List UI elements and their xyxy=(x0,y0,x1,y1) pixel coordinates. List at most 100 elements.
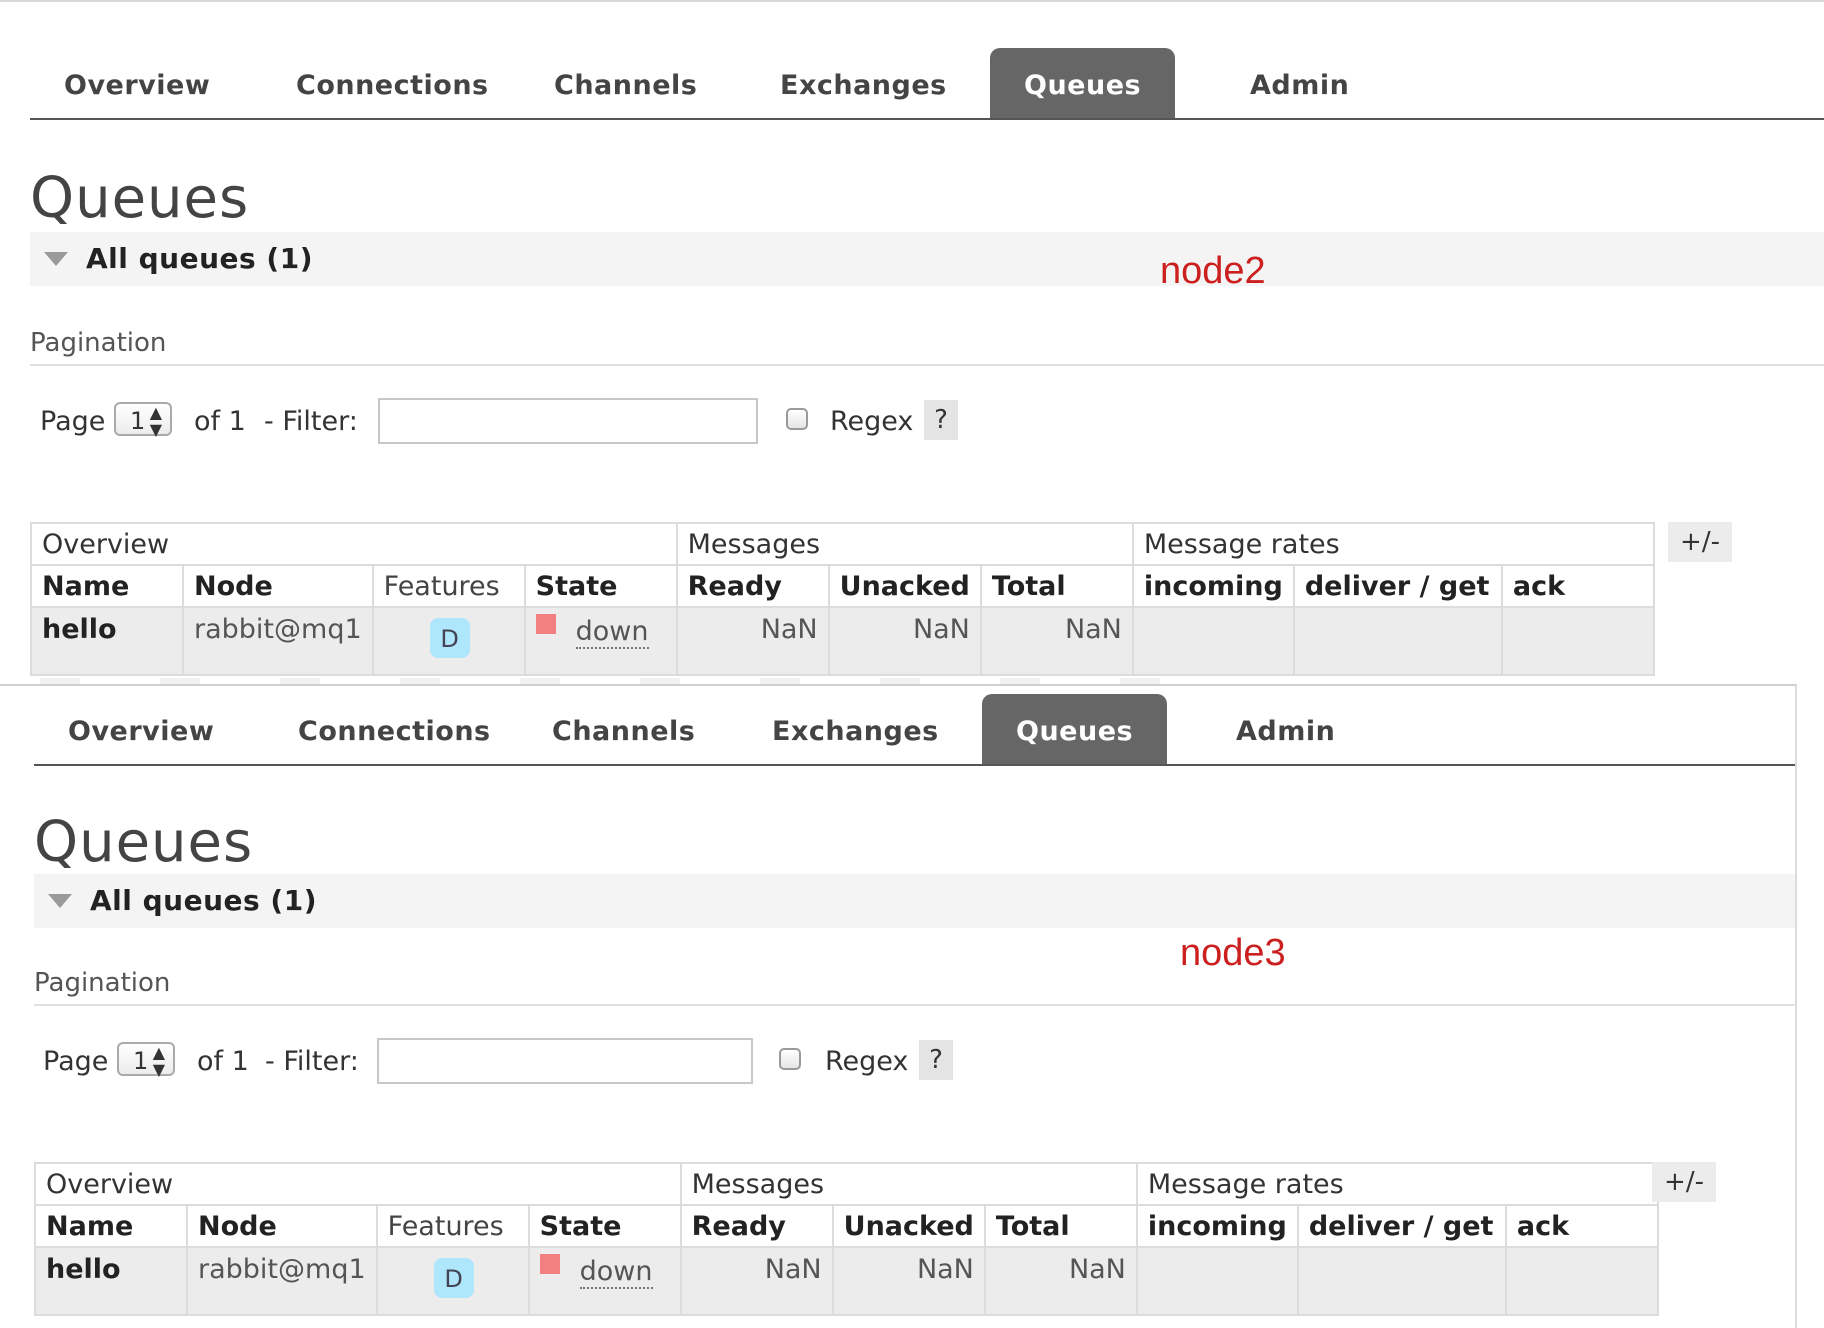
section-label: All queues (1) xyxy=(86,242,313,275)
queue-state: down xyxy=(527,1246,682,1316)
deliver-get-value xyxy=(1292,606,1503,676)
total-value: NaN xyxy=(983,1246,1138,1316)
regex-help-button[interactable]: ? xyxy=(919,1040,953,1080)
col-name[interactable]: Name xyxy=(34,1204,188,1248)
group-overview: Overview xyxy=(30,522,678,566)
filter-label: - Filter: xyxy=(264,406,358,437)
col-node[interactable]: Node xyxy=(182,564,374,608)
durable-badge: D xyxy=(433,1258,474,1298)
page-title: Queues xyxy=(30,166,250,231)
page-select[interactable]: 1 ▲ ▼ xyxy=(114,402,172,439)
col-state[interactable]: State xyxy=(527,1204,682,1248)
unacked-value: NaN xyxy=(831,1246,986,1316)
regex-label: Regex xyxy=(830,406,914,437)
all-queues-section-toggle[interactable]: All queues (1) xyxy=(34,874,1795,928)
col-ack[interactable]: ack xyxy=(1500,564,1655,608)
stepper-arrows-icon: ▲ ▼ xyxy=(152,1043,165,1079)
queues-panel-node2: Overview Connections Channels Exchanges … xyxy=(0,0,1824,686)
queues-table: Overview Messages Message rates Name Nod… xyxy=(34,1162,1659,1316)
ready-value: NaN xyxy=(675,606,830,676)
page-select[interactable]: 1 ▲ ▼ xyxy=(117,1042,175,1079)
col-deliver-get[interactable]: deliver / get xyxy=(1296,1204,1507,1248)
pagination-divider xyxy=(30,364,1824,366)
ack-value xyxy=(1500,606,1655,676)
queue-node: rabbit@mq1 xyxy=(182,606,374,676)
col-ack[interactable]: ack xyxy=(1504,1204,1659,1248)
page-title: Queues xyxy=(34,810,254,875)
col-unacked[interactable]: Unacked xyxy=(827,564,982,608)
unacked-value: NaN xyxy=(827,606,982,676)
deliver-get-value xyxy=(1296,1246,1507,1316)
pager-row: Page 1 ▲ ▼ of 1 - Filter: Regex ? xyxy=(40,398,1000,448)
node-annotation: node3 xyxy=(1180,932,1286,974)
table-row[interactable]: hello rabbit@mq1 D down NaN NaN NaN xyxy=(34,1246,1659,1316)
nav-admin[interactable]: Admin xyxy=(1202,694,1369,764)
col-deliver-get[interactable]: deliver / get xyxy=(1292,564,1503,608)
col-ready[interactable]: Ready xyxy=(675,564,830,608)
durable-badge: D xyxy=(429,618,470,658)
nav-overview[interactable]: Overview xyxy=(34,694,248,764)
columns-toggle-button[interactable]: +/- xyxy=(1652,1162,1716,1202)
group-message-rates: Message rates xyxy=(1135,1162,1659,1206)
queue-name-link[interactable]: hello xyxy=(34,1246,188,1316)
col-total[interactable]: Total xyxy=(983,1204,1138,1248)
nav-connections[interactable]: Connections xyxy=(262,48,523,118)
nav-exchanges[interactable]: Exchanges xyxy=(746,48,981,118)
incoming-value xyxy=(1131,606,1295,676)
regex-checkbox[interactable] xyxy=(779,1048,801,1070)
queues-panel-node3: Overview Connections Channels Exchanges … xyxy=(0,684,1797,1328)
node-annotation: node2 xyxy=(1160,250,1266,292)
nav-queues[interactable]: Queues xyxy=(990,48,1176,118)
col-incoming[interactable]: incoming xyxy=(1135,1204,1299,1248)
page-of-label: of 1 xyxy=(194,406,246,437)
group-message-rates: Message rates xyxy=(1131,522,1655,566)
nav-exchanges[interactable]: Exchanges xyxy=(738,694,973,764)
total-value: NaN xyxy=(979,606,1134,676)
page-of-label: of 1 xyxy=(197,1046,249,1077)
nav-connections[interactable]: Connections xyxy=(264,694,525,764)
col-features[interactable]: Features xyxy=(375,1204,530,1248)
filter-input[interactable] xyxy=(377,1038,753,1084)
nav-admin[interactable]: Admin xyxy=(1216,48,1383,118)
section-label: All queues (1) xyxy=(90,884,317,917)
ack-value xyxy=(1504,1246,1659,1316)
regex-help-button[interactable]: ? xyxy=(924,400,958,440)
state-text: down xyxy=(575,616,649,649)
regex-checkbox[interactable] xyxy=(786,408,808,430)
page-select-value: 1 xyxy=(133,1047,149,1075)
queue-name-link[interactable]: hello xyxy=(30,606,184,676)
stepper-arrows-icon: ▲ ▼ xyxy=(149,403,162,439)
nav-overview[interactable]: Overview xyxy=(30,48,244,118)
pagination-divider xyxy=(34,1004,1795,1006)
queue-state: down xyxy=(523,606,678,676)
queue-features: D xyxy=(375,1246,530,1316)
col-unacked[interactable]: Unacked xyxy=(831,1204,986,1248)
col-node[interactable]: Node xyxy=(186,1204,378,1248)
pagination-label: Pagination xyxy=(34,968,171,998)
nav-queues[interactable]: Queues xyxy=(982,694,1168,764)
group-overview: Overview xyxy=(34,1162,682,1206)
all-queues-section-toggle[interactable]: All queues (1) xyxy=(30,232,1824,286)
queues-table: Overview Messages Message rates Name Nod… xyxy=(30,522,1655,676)
page-label: Page xyxy=(40,406,106,437)
queue-features: D xyxy=(371,606,526,676)
group-messages: Messages xyxy=(675,522,1134,566)
filter-label: - Filter: xyxy=(265,1046,359,1077)
state-down-indicator-icon xyxy=(539,1254,560,1274)
collapse-triangle-icon xyxy=(48,894,72,908)
pagination-label: Pagination xyxy=(30,328,167,358)
col-ready[interactable]: Ready xyxy=(679,1204,834,1248)
nav-channels[interactable]: Channels xyxy=(518,694,729,764)
state-down-indicator-icon xyxy=(535,614,556,634)
nav-channels[interactable]: Channels xyxy=(520,48,731,118)
col-name[interactable]: Name xyxy=(30,564,184,608)
table-row[interactable]: hello rabbit@mq1 D down NaN NaN NaN xyxy=(30,606,1655,676)
filter-input[interactable] xyxy=(378,398,758,444)
regex-label: Regex xyxy=(825,1046,909,1077)
col-total[interactable]: Total xyxy=(979,564,1134,608)
group-messages: Messages xyxy=(679,1162,1138,1206)
col-incoming[interactable]: incoming xyxy=(1131,564,1295,608)
columns-toggle-button[interactable]: +/- xyxy=(1668,522,1732,562)
col-state[interactable]: State xyxy=(523,564,678,608)
col-features[interactable]: Features xyxy=(371,564,526,608)
